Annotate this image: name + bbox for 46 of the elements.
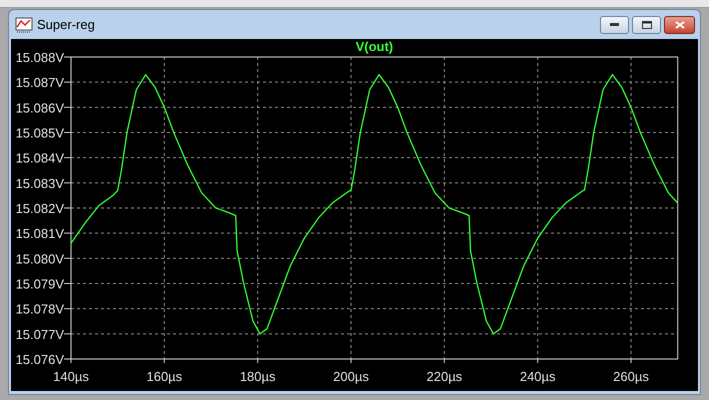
chart-icon [15,16,33,32]
y-tick-label: 15.081V [16,226,64,242]
minimize-button[interactable] [600,16,629,34]
y-tick-label: 15.088V [16,50,64,65]
tick-mark [64,182,72,184]
tick-mark [64,132,72,133]
x-tick-label: 260µs [613,369,649,384]
close-button[interactable] [664,16,695,34]
y-tick-label: 15.079V [16,276,64,292]
tick-mark [64,82,72,83]
x-tick-label: 140µs [53,369,89,384]
y-tick-label: 15.080V [16,251,64,266]
maximize-icon [642,20,652,28]
tick-mark [350,358,352,364]
tick-mark [64,308,72,310]
maximize-button[interactable] [632,16,661,34]
y-tick-label: 15.085V [16,126,64,140]
tick-mark [537,358,538,364]
y-tick-label: 15.086V [16,100,64,116]
x-tick-label: 200µs [333,369,369,384]
tick-mark [164,358,165,364]
y-tick-label: 15.084V [16,150,64,166]
tick-mark [64,232,72,234]
tick-mark [64,333,72,334]
tick-mark [257,358,258,364]
y-tick-label: 15.076V [16,352,64,367]
chart-title: V(out) [356,39,394,54]
window-title: Super-reg [37,16,95,34]
y-tick-label: 15.077V [16,326,64,342]
y-tick-label: 15.083V [16,176,64,191]
tick-mark [64,283,72,284]
tick-mark [64,258,72,259]
tick-mark [64,106,72,108]
y-tick-label: 15.087V [16,75,64,90]
tick-mark [64,56,72,58]
tick-mark [444,358,445,364]
close-icon [674,20,684,28]
y-tick-label: 15.082V [16,201,64,216]
x-tick-label: 160µs [146,369,182,384]
y-tick-label: 15.078V [16,302,64,317]
x-tick-label: 220µs [426,369,462,384]
x-tick-label: 240µs [520,369,556,384]
tick-mark [630,358,632,364]
minimize-icon [610,23,619,26]
tick-mark [64,157,72,158]
x-tick-label: 180µs [240,369,276,384]
